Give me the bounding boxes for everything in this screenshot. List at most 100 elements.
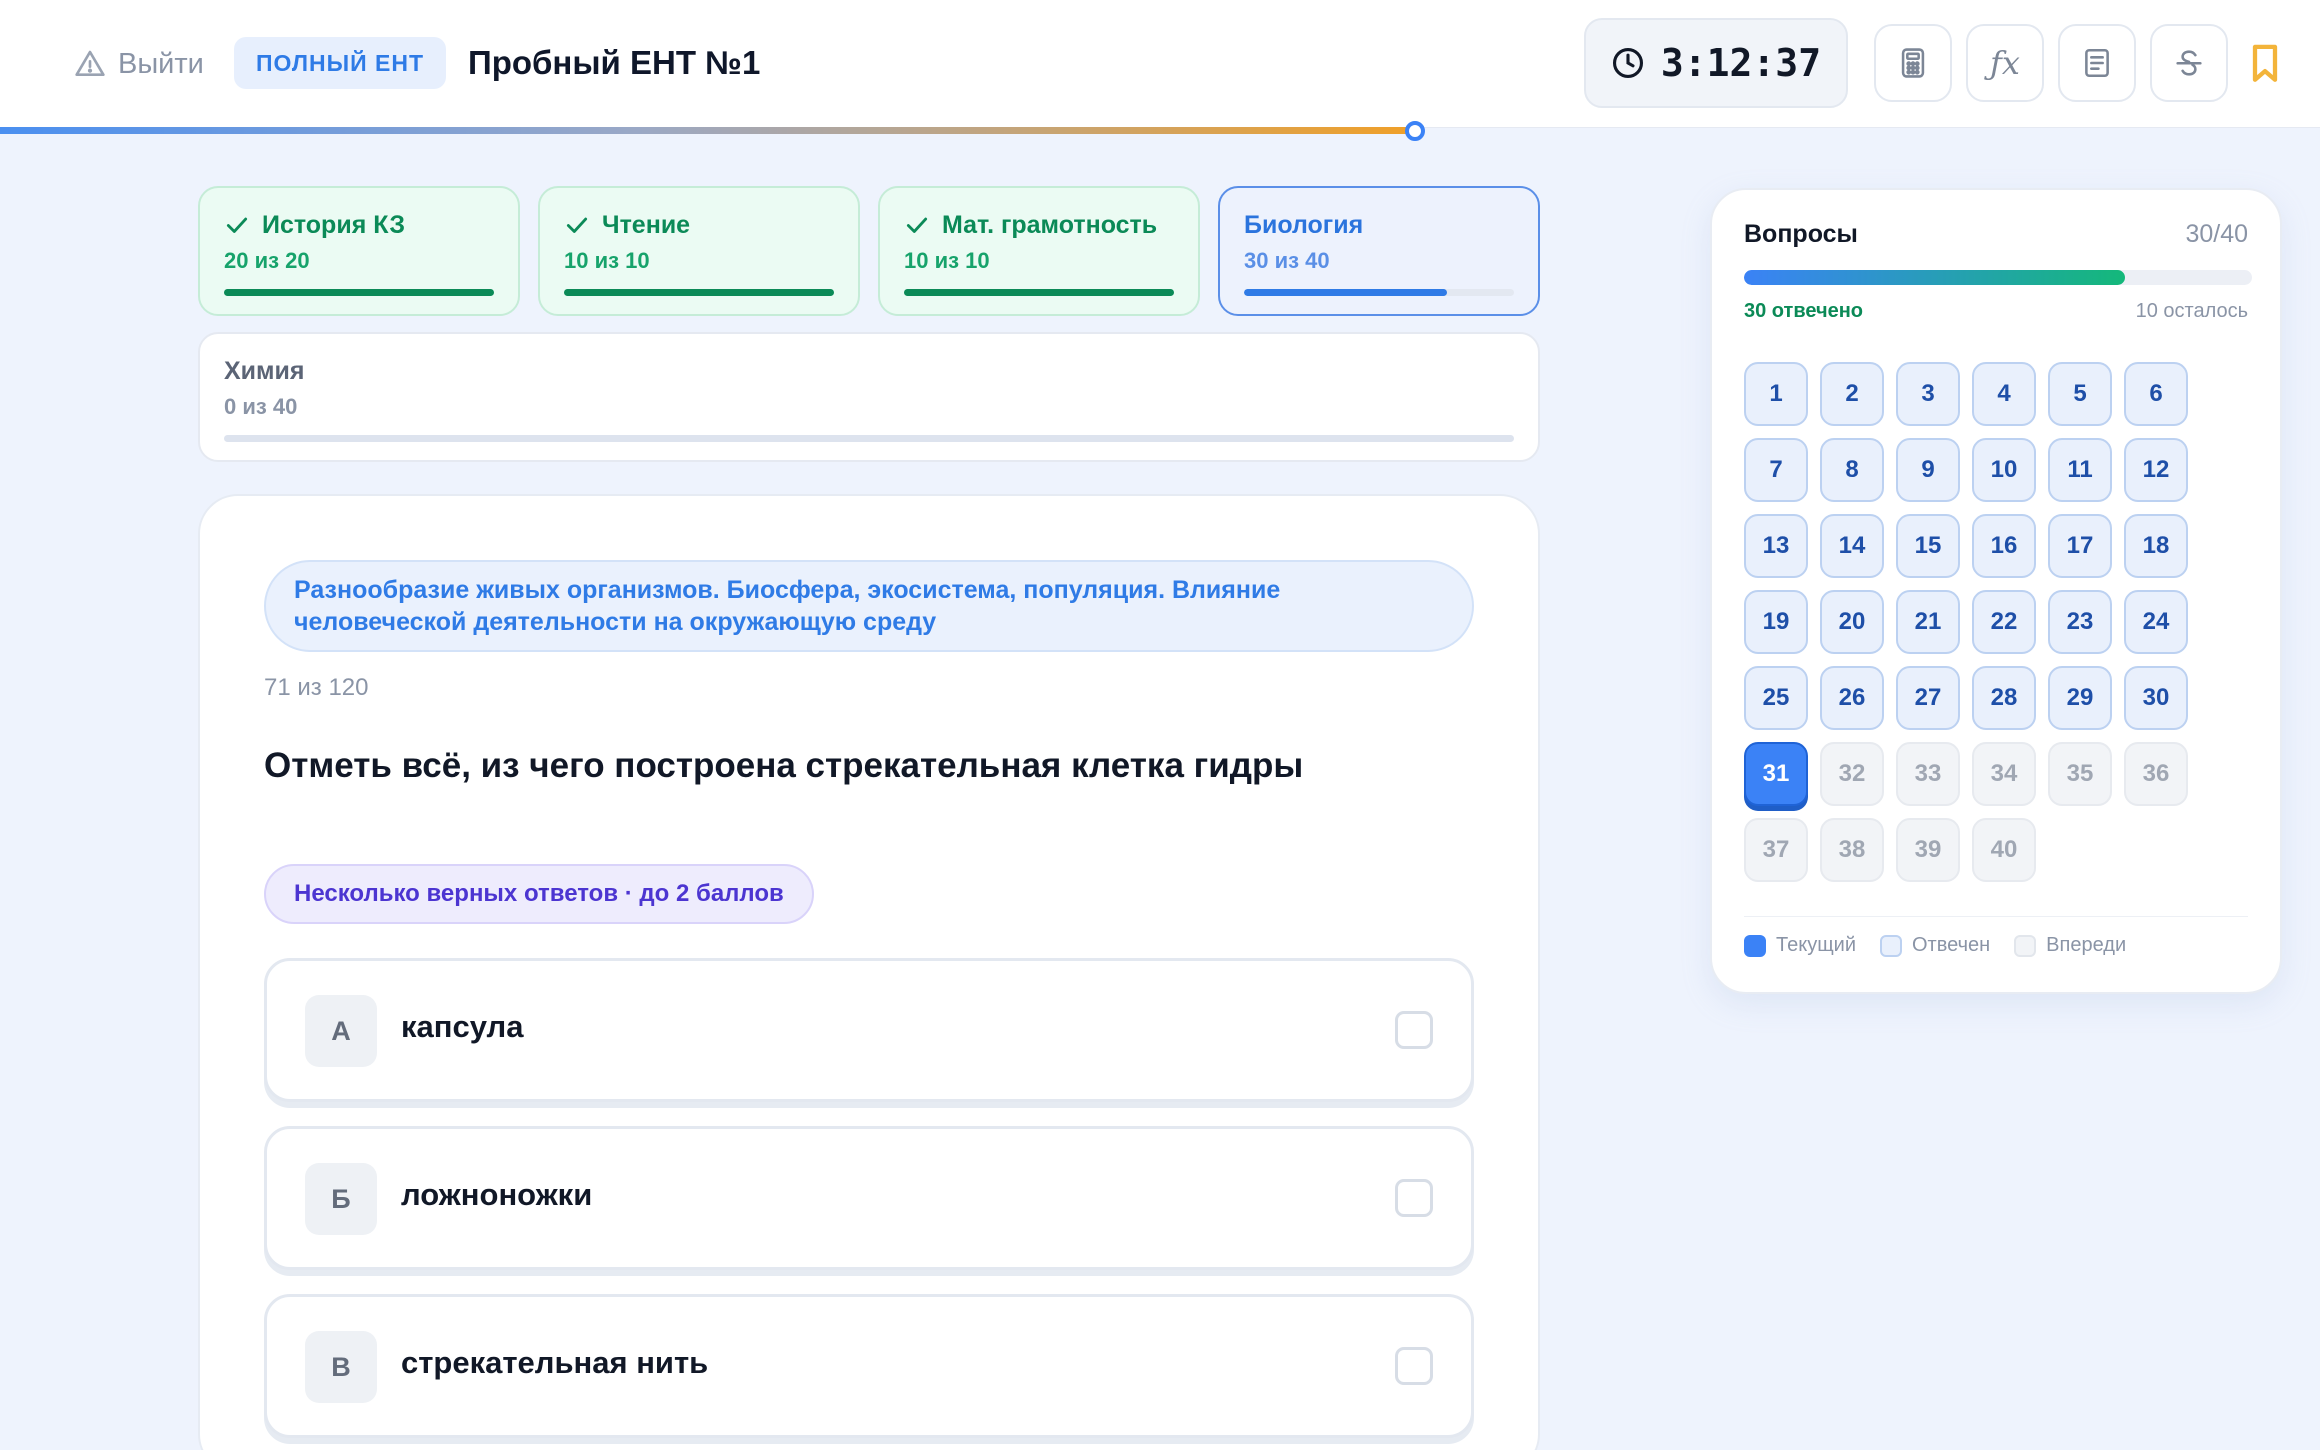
legend-answered: Отвечен <box>1880 934 1990 957</box>
question-button[interactable]: 36 <box>2124 742 2188 806</box>
question-button[interactable]: 7 <box>1744 438 1808 502</box>
question-button[interactable]: 14 <box>1820 514 1884 578</box>
question-button[interactable]: 35 <box>2048 742 2112 806</box>
subject-name: Чтение <box>602 210 691 239</box>
question-button[interactable]: 38 <box>1820 818 1884 882</box>
question-button[interactable]: 1 <box>1744 362 1808 426</box>
bookmark-icon[interactable] <box>2250 44 2280 84</box>
question-button[interactable]: 21 <box>1896 590 1960 654</box>
option-letter: В <box>305 1331 377 1403</box>
option-checkbox[interactable] <box>1395 1011 1433 1049</box>
exam-title: Пробный ЕНТ №1 <box>468 44 761 81</box>
formula-button[interactable]: ƒx <box>1966 24 2044 102</box>
question-button[interactable]: 19 <box>1744 590 1808 654</box>
answer-option[interactable]: Акапсула <box>264 958 1474 1102</box>
question-button[interactable]: 33 <box>1896 742 1960 806</box>
subject-name: Мат. грамотность <box>942 210 1158 239</box>
question-button[interactable]: 29 <box>2048 666 2112 730</box>
subject-tab[interactable]: Чтение 10 из 10 <box>538 186 860 316</box>
topic-badge: Разнообразие живых организмов. Биосфера,… <box>264 560 1474 652</box>
strikethrough-button[interactable] <box>2150 24 2228 102</box>
question-button[interactable]: 5 <box>2048 362 2112 426</box>
question-button[interactable]: 8 <box>1820 438 1884 502</box>
legend-swatch-answered <box>1880 934 1902 957</box>
question-text: Отметь всё, из чего построена стрекатель… <box>264 746 1304 785</box>
calculator-button[interactable] <box>1874 24 1952 102</box>
legend-label-answered: Отвечен <box>1912 934 1991 956</box>
legend: Текущий Отвечен Впереди <box>1744 934 2126 957</box>
exam-progress-bar <box>0 127 1416 134</box>
legend-swatch-ahead <box>2014 934 2037 957</box>
option-checkbox[interactable] <box>1395 1179 1433 1217</box>
answer-option[interactable]: Бложноножки <box>264 1126 1474 1270</box>
timer-value: 3:12:37 <box>1660 41 1822 85</box>
question-button[interactable]: 39 <box>1896 818 1960 882</box>
legend-ahead: Впереди <box>2014 934 2126 957</box>
subject-tab-title: Химия <box>224 356 1514 386</box>
check-icon <box>226 217 248 233</box>
subject-tab-title: Биология <box>1244 210 1514 240</box>
question-button[interactable]: 22 <box>1972 590 2036 654</box>
question-button[interactable]: 37 <box>1744 818 1808 882</box>
subject-tab-title: Мат. грамотность <box>904 210 1174 240</box>
question-button[interactable]: 25 <box>1744 666 1808 730</box>
subject-tab-title: История КЗ <box>224 210 494 240</box>
subject-tab-title: Чтение <box>564 210 834 240</box>
legend-current: Текущий <box>1744 934 1856 957</box>
calculator-icon <box>1901 48 1925 78</box>
question-button[interactable]: 23 <box>2048 590 2112 654</box>
subject-tab[interactable]: История КЗ 20 из 20 <box>198 186 520 316</box>
question-button[interactable]: 24 <box>2124 590 2188 654</box>
question-button[interactable]: 9 <box>1896 438 1960 502</box>
subject-count: 0 из 40 <box>224 394 298 419</box>
subject-tab[interactable]: Биология 30 из 40 <box>1218 186 1540 316</box>
question-button[interactable]: 6 <box>2124 362 2188 426</box>
question-button[interactable]: 2 <box>1820 362 1884 426</box>
question-type-badge: Несколько верных ответов · до 2 баллов <box>264 864 814 924</box>
question-button[interactable]: 17 <box>2048 514 2112 578</box>
legend-label-ahead: Впереди <box>2046 934 2127 956</box>
check-icon <box>906 217 928 233</box>
question-button[interactable]: 31 <box>1744 742 1808 806</box>
subject-progress-bar <box>224 435 1514 442</box>
question-button[interactable]: 32 <box>1820 742 1884 806</box>
question-button[interactable]: 18 <box>2124 514 2188 578</box>
option-checkbox[interactable] <box>1395 1347 1433 1385</box>
question-button[interactable]: 30 <box>2124 666 2188 730</box>
legend-swatch-current <box>1744 934 1766 957</box>
question-navigator: Вопросы 30/40 30 отвечено 10 осталось 12… <box>1710 188 2282 994</box>
question-number: 71 из 120 <box>264 674 369 701</box>
navigator-progress-fill <box>1744 270 2125 285</box>
option-letter: Б <box>305 1163 377 1235</box>
navigator-progress-track <box>1744 270 2252 285</box>
subject-tab[interactable]: Мат. грамотность 10 из 10 <box>878 186 1200 316</box>
question-card: Разнообразие живых организмов. Биосфера,… <box>198 494 1540 1450</box>
question-button[interactable]: 11 <box>2048 438 2112 502</box>
question-button[interactable]: 3 <box>1896 362 1960 426</box>
question-button[interactable]: 10 <box>1972 438 2036 502</box>
question-button[interactable]: 4 <box>1972 362 2036 426</box>
question-button[interactable]: 12 <box>2124 438 2188 502</box>
subject-tab[interactable]: Химия 0 из 40 <box>198 332 1540 462</box>
formula-icon: ƒx <box>1990 44 2020 82</box>
divider <box>1744 916 2248 917</box>
question-button[interactable]: 40 <box>1972 818 2036 882</box>
subject-count: 10 из 10 <box>904 248 990 273</box>
question-button[interactable]: 16 <box>1972 514 2036 578</box>
question-button[interactable]: 34 <box>1972 742 2036 806</box>
question-button[interactable]: 15 <box>1896 514 1960 578</box>
exit-button[interactable]: Выйти <box>74 44 204 84</box>
option-text: стрекательная нить <box>401 1345 709 1380</box>
answer-option[interactable]: Встрекательная нить <box>264 1294 1474 1438</box>
answered-count: 30 отвечено <box>1744 300 1864 322</box>
question-button[interactable]: 20 <box>1820 590 1884 654</box>
subject-name: Химия <box>224 356 305 385</box>
remaining-count: 10 осталось <box>2135 300 2248 322</box>
subject-progress-bar <box>1244 289 1514 296</box>
question-button[interactable]: 13 <box>1744 514 1808 578</box>
question-button[interactable]: 27 <box>1896 666 1960 730</box>
option-text: ложноножки <box>401 1177 593 1212</box>
question-button[interactable]: 28 <box>1972 666 2036 730</box>
question-button[interactable]: 26 <box>1820 666 1884 730</box>
reference-button[interactable] <box>2058 24 2136 102</box>
